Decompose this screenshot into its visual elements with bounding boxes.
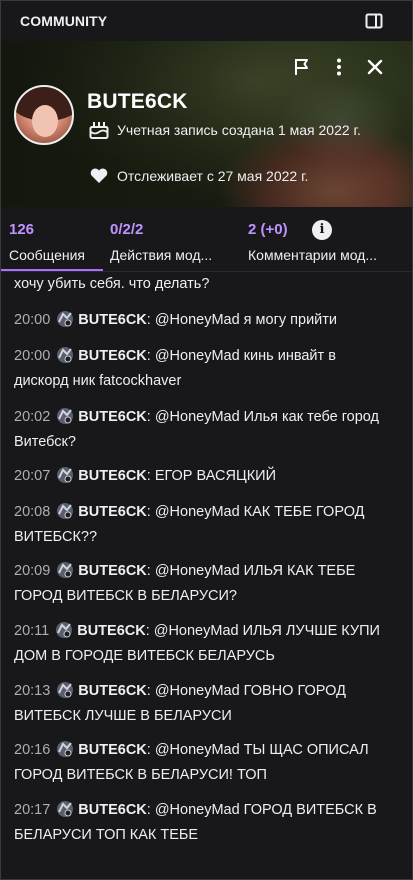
message-username[interactable]: BUTE6CK bbox=[78, 683, 146, 699]
message-colon: : bbox=[146, 468, 151, 484]
account-created-text: Учетная запись создана 1 мая 2022 г. bbox=[117, 122, 361, 138]
message-colon: : bbox=[146, 742, 151, 758]
chat-message: 20:17 BUTE6CK: @HoneyMad ГОРОД ВИТЕБСК В Б… bbox=[14, 798, 394, 848]
message-username[interactable]: BUTE6CK bbox=[78, 742, 146, 758]
message-colon: : bbox=[146, 563, 151, 579]
message-colon: : bbox=[146, 348, 151, 364]
message-time: 20:07 bbox=[14, 468, 51, 484]
tab-mod-actions[interactable]: 0/2/2 Действия мод... bbox=[105, 207, 245, 271]
message-time: 20:11 bbox=[14, 623, 50, 639]
message-time: 20:02 bbox=[14, 409, 51, 425]
tab-mod-actions-count: 0/2/2 bbox=[110, 221, 144, 238]
user-badge-icon bbox=[55, 465, 75, 485]
viewer-card: COMMUNITY BUTE6CK Учетная запись создана… bbox=[0, 0, 413, 880]
user-badge-icon bbox=[55, 406, 75, 426]
chat-message: 20:16 BUTE6CK: @HoneyMad ТЫ ЩАС ОПИСАЛ ГОР… bbox=[14, 738, 394, 788]
message-colon: : bbox=[146, 312, 151, 328]
message-time: 20:00 bbox=[14, 312, 51, 328]
more-vertical-icon[interactable] bbox=[327, 55, 351, 79]
message-username[interactable]: BUTE6CK bbox=[78, 409, 146, 425]
partial-message: хочу убить себя. что делать? bbox=[14, 276, 210, 292]
avatar bbox=[14, 85, 74, 145]
user-badge-icon bbox=[55, 309, 75, 329]
tab-mod-comments[interactable]: 2 (+0) Комментарии мод... bbox=[245, 207, 412, 271]
tab-mod-comments-count: 2 (+0) bbox=[248, 221, 288, 238]
message-text: ЕГОР ВАСЯЦКИЙ bbox=[154, 468, 277, 484]
collapse-panel-icon[interactable] bbox=[365, 12, 383, 30]
top-bar: COMMUNITY bbox=[1, 1, 412, 41]
account-created-row: Учетная запись создана 1 мая 2022 г. bbox=[89, 119, 389, 163]
message-username[interactable]: BUTE6CK bbox=[78, 802, 146, 818]
info-icon[interactable]: i bbox=[312, 220, 332, 240]
message-username[interactable]: BUTE6CK bbox=[77, 623, 145, 639]
chat-message: 20:00 BUTE6CK: @HoneyMad кинь инвайт в дис… bbox=[14, 344, 394, 394]
tab-messages-label: Сообщения bbox=[9, 247, 85, 263]
user-badge-icon bbox=[55, 345, 75, 365]
chat-message: 20:00 BUTE6CK: @HoneyMad я могу прийти bbox=[14, 308, 394, 333]
panel-title: COMMUNITY bbox=[20, 13, 108, 29]
user-badge-icon bbox=[55, 560, 75, 580]
chat-message: 20:07 BUTE6CK: ЕГОР ВАСЯЦКИЙ bbox=[14, 464, 394, 489]
message-time: 20:09 bbox=[14, 563, 51, 579]
close-icon[interactable] bbox=[363, 55, 387, 79]
tab-bar: 126 Сообщения 0/2/2 Действия мод... 2 (+… bbox=[1, 207, 412, 272]
message-time: 20:08 bbox=[14, 504, 51, 520]
message-colon: : bbox=[145, 623, 150, 639]
chat-message: 20:11 BUTE6CK: @HoneyMad ИЛЬЯ ЛУЧШЕ КУПИ Д… bbox=[14, 619, 394, 669]
message-time: 20:17 bbox=[14, 802, 51, 818]
user-badge-icon bbox=[55, 501, 75, 521]
following-since-row: Отслеживает с 27 мая 2022 г. bbox=[89, 165, 389, 187]
heart-icon bbox=[89, 167, 109, 185]
message-username[interactable]: BUTE6CK bbox=[78, 563, 146, 579]
tab-mod-actions-label: Действия мод... bbox=[110, 247, 213, 263]
chat-message: 20:13 BUTE6CK: @HoneyMad ГОВНО ГОРОД ВИТЕБ… bbox=[14, 679, 394, 729]
message-username[interactable]: BUTE6CK bbox=[78, 348, 146, 364]
chat-message: 20:08 BUTE6CK: @HoneyMad КАК ТЕБЕ ГОРОД ВИ… bbox=[14, 500, 394, 550]
user-badge-icon bbox=[55, 739, 75, 759]
message-colon: : bbox=[146, 683, 151, 699]
message-time: 20:13 bbox=[14, 683, 51, 699]
message-colon: : bbox=[146, 409, 151, 425]
message-username[interactable]: BUTE6CK bbox=[78, 312, 146, 328]
tab-messages-count: 126 bbox=[9, 221, 35, 238]
tab-messages[interactable]: 126 Сообщения bbox=[1, 207, 105, 272]
user-badge-icon bbox=[55, 799, 75, 819]
flag-icon[interactable] bbox=[290, 55, 314, 79]
message-colon: : bbox=[146, 504, 151, 520]
message-time: 20:16 bbox=[14, 742, 51, 758]
user-badge-icon bbox=[55, 680, 75, 700]
avatar-face bbox=[32, 105, 58, 137]
message-colon: : bbox=[146, 802, 151, 818]
message-username[interactable]: BUTE6CK bbox=[78, 504, 146, 520]
chat-message: 20:09 BUTE6CK: @HoneyMad ИЛЬЯ КАК ТЕБЕ ГОР… bbox=[14, 559, 394, 609]
profile-username[interactable]: BUTE6CK bbox=[87, 90, 188, 114]
chat-message: 20:02 BUTE6CK: @HoneyMad Илья как тебе гор… bbox=[14, 405, 394, 455]
cake-icon bbox=[89, 121, 109, 139]
message-username[interactable]: BUTE6CK bbox=[78, 468, 146, 484]
message-text: @HoneyMad я могу прийти bbox=[154, 312, 338, 328]
following-since-text: Отслеживает с 27 мая 2022 г. bbox=[117, 168, 309, 184]
message-time: 20:00 bbox=[14, 348, 51, 364]
user-badge-icon bbox=[54, 620, 74, 640]
tab-mod-comments-label: Комментарии мод... bbox=[248, 247, 378, 263]
message-list: хочу убить себя. что делать? 20:00 BUTE6C… bbox=[1, 272, 412, 879]
